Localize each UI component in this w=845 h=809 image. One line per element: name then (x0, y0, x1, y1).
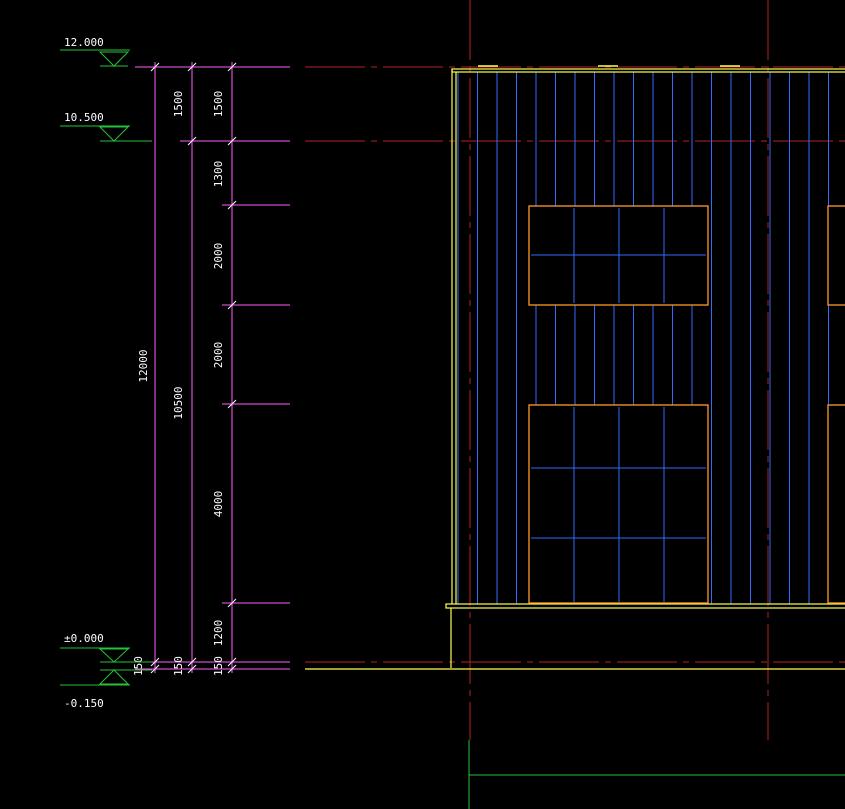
level-marker-10500: 10.500 (60, 111, 152, 142)
level-marker-12000: 12.000 (60, 36, 130, 67)
dimension-detail-label: 2000 (212, 243, 225, 270)
dimension-detail-label: 1500 (212, 91, 225, 118)
window-upper-right-partial (827, 205, 845, 306)
dimension-main-label: 10500 (172, 386, 185, 419)
dimension-overall-label: 12000 (137, 349, 150, 382)
window-lower (528, 404, 709, 604)
dimension-detail-label: 1300 (212, 161, 225, 188)
dimension-main-label: 150 (172, 656, 185, 676)
axis-bubble-leader (468, 740, 845, 809)
plinth-ledge (445, 603, 845, 609)
dimension-detail-label: 4000 (212, 491, 225, 518)
facade-parapet (451, 68, 845, 73)
dimension-detail-label: 2000 (212, 342, 225, 369)
dimension-main-label: 1500 (172, 91, 185, 118)
level-label: 10.500 (64, 111, 104, 124)
level-label: 12.000 (64, 36, 104, 49)
level-label: -0.150 (64, 697, 104, 710)
level-label: ±0.000 (64, 632, 104, 645)
dimension-detail-label: 150 (212, 656, 225, 676)
window-lower-right-partial (827, 404, 845, 604)
elevation-drawing: 12000 150 10500 1500 150 1200 4000 2000 … (60, 0, 845, 809)
window-upper (528, 205, 709, 306)
dimension-detail-label: 1200 (212, 620, 225, 647)
dimension-main-label: 150 (132, 656, 145, 676)
